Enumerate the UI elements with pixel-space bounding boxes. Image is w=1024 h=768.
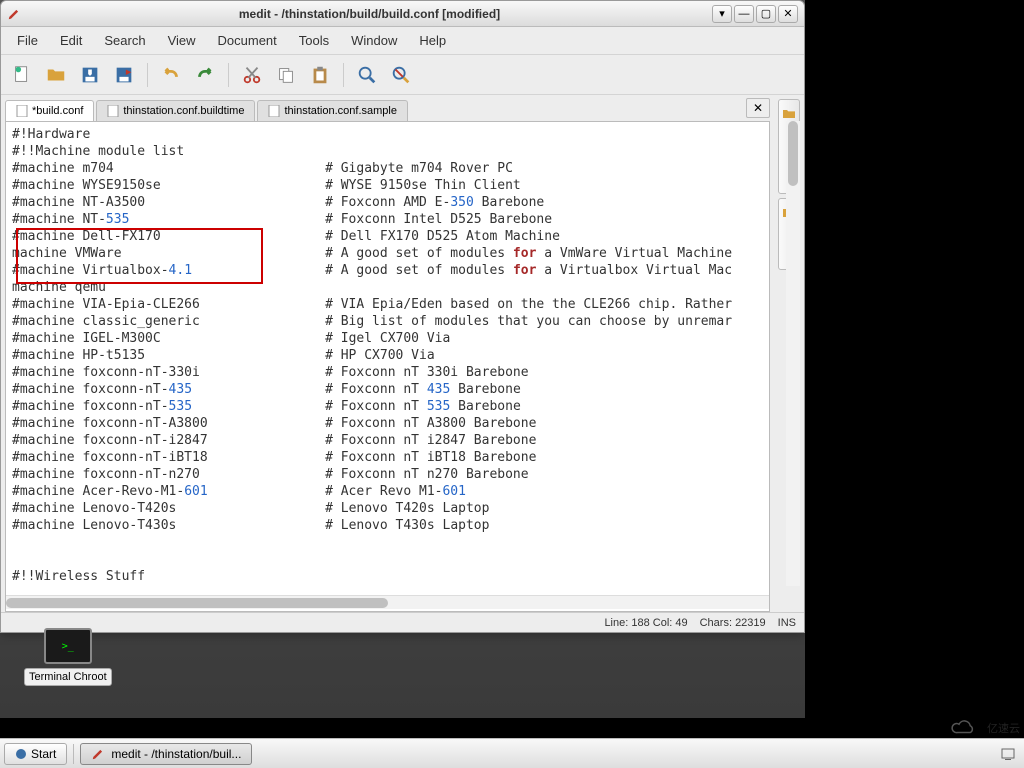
save-as-button[interactable] — [109, 60, 139, 90]
menu-tools[interactable]: Tools — [289, 29, 339, 52]
tab-close-button[interactable]: ✕ — [746, 98, 770, 118]
start-button[interactable]: Start — [4, 743, 67, 765]
tab-build-conf[interactable]: *build.conf — [5, 100, 94, 121]
horizontal-scrollbar[interactable] — [6, 595, 769, 609]
tab-buildtime[interactable]: thinstation.conf.buildtime — [96, 100, 255, 121]
minimize-button[interactable]: — — [734, 5, 754, 23]
folder-icon — [781, 106, 797, 122]
redo-button[interactable] — [190, 60, 220, 90]
desktop-icon-label: Terminal Chroot — [24, 668, 112, 686]
titlebar[interactable]: medit - /thinstation/build/build.conf [m… — [1, 1, 804, 27]
menu-view[interactable]: View — [158, 29, 206, 52]
close-button[interactable]: ✕ — [778, 5, 798, 23]
paste-button[interactable] — [305, 60, 335, 90]
new-file-button[interactable] — [7, 60, 37, 90]
menu-file[interactable]: File — [7, 29, 48, 52]
maximize-button[interactable]: ▢ — [756, 5, 776, 23]
menu-window[interactable]: Window — [341, 29, 407, 52]
tab-sample[interactable]: thinstation.conf.sample — [257, 100, 408, 121]
terminal-icon: >_ — [44, 628, 92, 664]
statusbar: Line: 188 Col: 49 Chars: 22319 INS — [1, 612, 804, 632]
copy-button[interactable] — [271, 60, 301, 90]
start-icon — [15, 748, 27, 760]
window-title: medit - /thinstation/build/build.conf [m… — [27, 7, 712, 21]
tray-icon[interactable] — [1000, 746, 1016, 762]
file-icon — [107, 105, 119, 117]
file-icon — [16, 105, 28, 117]
shade-button[interactable]: ▾ — [712, 5, 732, 23]
menu-help[interactable]: Help — [409, 29, 456, 52]
app-icon — [7, 7, 21, 21]
find-button[interactable] — [352, 60, 382, 90]
menu-document[interactable]: Document — [208, 29, 287, 52]
status-chars: Chars: 22319 — [700, 617, 766, 629]
editor-window: medit - /thinstation/build/build.conf [m… — [0, 0, 805, 633]
open-file-button[interactable] — [41, 60, 71, 90]
watermark: 亿速云 — [947, 718, 1020, 738]
status-mode: INS — [778, 617, 796, 629]
vertical-scrollbar[interactable] — [786, 121, 800, 586]
code-editor[interactable]: #!Hardware #!!Machine module list #machi… — [5, 121, 770, 612]
save-button[interactable] — [75, 60, 105, 90]
system-tray[interactable] — [1000, 746, 1020, 762]
menubar: File Edit Search View Document Tools Win… — [1, 27, 804, 55]
desktop-icon-terminal[interactable]: >_ Terminal Chroot — [24, 628, 112, 686]
tabbar: *build.conf thinstation.conf.buildtime t… — [1, 95, 774, 121]
file-icon — [268, 105, 280, 117]
find-replace-button[interactable] — [386, 60, 416, 90]
app-icon — [91, 747, 105, 761]
taskbar-app-medit[interactable]: medit - /thinstation/buil... — [80, 743, 252, 765]
status-position: Line: 188 Col: 49 — [604, 617, 687, 629]
menu-search[interactable]: Search — [94, 29, 155, 52]
cut-button[interactable] — [237, 60, 267, 90]
undo-button[interactable] — [156, 60, 186, 90]
toolbar — [1, 55, 804, 95]
menu-edit[interactable]: Edit — [50, 29, 92, 52]
taskbar: Start medit - /thinstation/buil... — [0, 738, 1024, 768]
